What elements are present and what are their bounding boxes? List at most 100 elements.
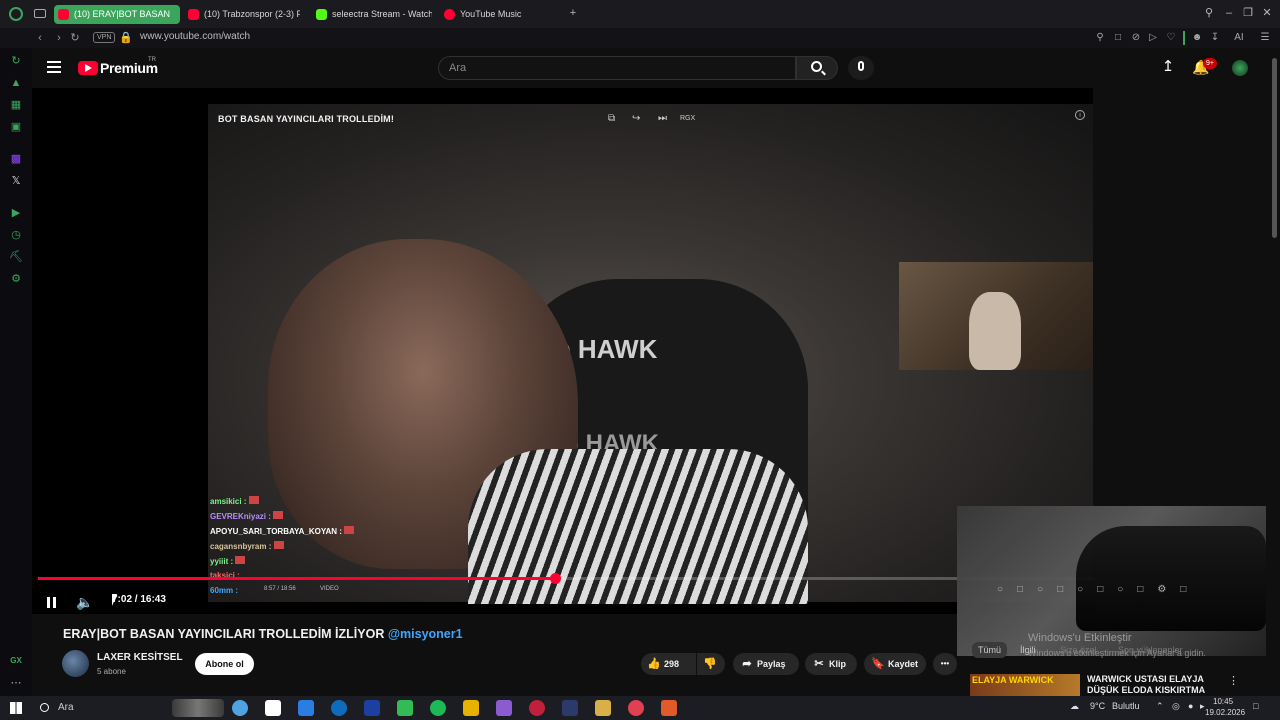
- notification-center-icon[interactable]: □: [1253, 701, 1258, 711]
- messenger-icon[interactable]: ▣: [9, 120, 23, 134]
- related-more-icon[interactable]: ⋮: [1228, 674, 1239, 687]
- outlook-icon[interactable]: [331, 700, 347, 716]
- weather-icon[interactable]: ☁: [1070, 701, 1079, 712]
- minimize-button[interactable]: –: [1222, 6, 1236, 20]
- network-icon[interactable]: ◎: [1172, 701, 1180, 712]
- url-field[interactable]: www.youtube.com/watch: [140, 31, 250, 42]
- subscribe-button[interactable]: Abone ol: [195, 653, 254, 675]
- windows-start-icon[interactable]: [10, 702, 22, 714]
- upload-icon[interactable]: ↥: [1160, 58, 1176, 76]
- windows-activation-title: Windows'u Etkinleştir: [1028, 632, 1132, 644]
- twitch-icon[interactable]: ▩: [9, 152, 23, 166]
- related-video-title[interactable]: WARWICK USTASI ELAYJA DÜŞÜK ELODA KISKIR…: [1087, 674, 1217, 696]
- voice-search-button[interactable]: [848, 56, 874, 80]
- gx-cleaner-icon[interactable]: ▦: [9, 98, 23, 112]
- app-icon[interactable]: [661, 700, 677, 716]
- related-video-thumbnail[interactable]: ELAYJA WARWICK: [970, 674, 1080, 696]
- microphone-icon[interactable]: ●: [1188, 701, 1193, 711]
- weather-temp[interactable]: 9°C: [1090, 701, 1105, 711]
- video-title: ERAY|BOT BASAN YAYINCILARI TROLLEDİM İZL…: [63, 627, 463, 641]
- maximize-button[interactable]: ❐: [1241, 6, 1255, 20]
- adblock-icon[interactable]: ⊘: [1129, 31, 1143, 45]
- download-icon[interactable]: ↧: [1208, 31, 1222, 45]
- weather-desc[interactable]: Bulutlu: [1112, 701, 1140, 711]
- volume-button[interactable]: 🔈: [75, 592, 95, 612]
- bookmark-heart-icon[interactable]: ♡: [1164, 31, 1178, 45]
- lock-icon[interactable]: 🔒: [119, 31, 133, 45]
- ai-button[interactable]: AI: [1228, 31, 1250, 45]
- more-actions-button[interactable]: •••: [933, 653, 957, 675]
- store-icon[interactable]: [397, 700, 413, 716]
- reload-button[interactable]: ↻: [68, 31, 82, 45]
- tab-overview-icon[interactable]: [34, 9, 46, 18]
- pin-icon[interactable]: ⚲: [1093, 31, 1107, 45]
- extensions-icon[interactable]: ⛏: [9, 250, 23, 264]
- forward-button[interactable]: ›: [52, 31, 66, 45]
- tab-active-video[interactable]: (10) ERAY|BOT BASAN: [54, 5, 180, 24]
- task-view-icon[interactable]: [232, 700, 248, 716]
- seek-bar[interactable]: [38, 573, 1093, 584]
- search-button[interactable]: [796, 56, 838, 80]
- more-sidebar-icon[interactable]: ⋯: [9, 676, 23, 690]
- x-icon[interactable]: 𝕏: [9, 174, 23, 188]
- close-window-button[interactable]: ✕: [1260, 6, 1274, 20]
- menu-icon[interactable]: ☰: [1258, 31, 1272, 45]
- pause-button[interactable]: [42, 592, 62, 612]
- profile-icon[interactable]: ☻: [1190, 31, 1204, 45]
- hamburger-menu-icon[interactable]: [47, 61, 61, 73]
- opera-gx-icon[interactable]: [529, 700, 545, 716]
- gx-control-icon[interactable]: ↻: [9, 54, 23, 68]
- tab-youtube-music[interactable]: YouTube Music: [440, 5, 550, 24]
- settings-icon[interactable]: ⚙: [9, 272, 23, 286]
- steam-icon[interactable]: [562, 700, 578, 716]
- like-button[interactable]: 👍 298: [641, 653, 696, 675]
- tab-kick-stream[interactable]: seleectra Stream - Watch: [312, 5, 432, 24]
- search-icon-handle: [821, 70, 826, 76]
- back-button[interactable]: ‹: [33, 31, 47, 45]
- clip-button[interactable]: ✂ Klip: [805, 653, 857, 675]
- search-icon: [811, 61, 822, 72]
- app-icon[interactable]: [628, 700, 644, 716]
- vpn-badge[interactable]: VPN: [93, 32, 116, 43]
- filter-chip-all[interactable]: Tümü: [972, 642, 1008, 658]
- taskbar-search[interactable]: Ara: [34, 698, 224, 718]
- tray-chevron-icon[interactable]: ⌃: [1156, 701, 1164, 712]
- page-scrollbar[interactable]: [1272, 58, 1277, 238]
- app-icon[interactable]: [595, 700, 611, 716]
- opera-gx-logo-icon[interactable]: [9, 7, 23, 21]
- tab-trabzonspor[interactable]: (10) Trabzonspor (2-3) Fe: [184, 5, 300, 24]
- seek-bar-knob[interactable]: [549, 573, 561, 584]
- player-sidebar-icon[interactable]: ▶: [9, 206, 23, 220]
- dislike-button[interactable]: 👎: [697, 653, 725, 675]
- gx-label[interactable]: GX: [9, 654, 23, 668]
- rgx-label[interactable]: RGX: [680, 115, 695, 122]
- search-input[interactable]: Ara: [438, 56, 796, 80]
- spotify-icon[interactable]: [430, 700, 446, 716]
- snapshot-icon[interactable]: □: [1111, 31, 1125, 45]
- copilot-icon[interactable]: [265, 700, 281, 716]
- share-button[interactable]: ➦ Paylaş: [733, 653, 799, 675]
- account-avatar[interactable]: [1232, 60, 1248, 76]
- next-icon[interactable]: ⏭: [658, 113, 667, 124]
- channel-avatar[interactable]: [62, 650, 89, 677]
- file-explorer-icon[interactable]: [463, 700, 479, 716]
- edge-icon[interactable]: [298, 700, 314, 716]
- clock-time[interactable]: 10:45: [1213, 697, 1233, 706]
- browser-tab-bar: (10) ERAY|BOT BASAN (10) Trabzonspor (2-…: [0, 0, 1280, 28]
- search-tabs-icon[interactable]: ⚲: [1202, 6, 1216, 20]
- gx-corner-icon[interactable]: ▲: [9, 76, 23, 90]
- app-icon[interactable]: [496, 700, 512, 716]
- bitwarden-icon[interactable]: [364, 700, 380, 716]
- info-icon[interactable]: i: [1075, 110, 1085, 120]
- clock-date[interactable]: 19.02.2026: [1205, 708, 1245, 717]
- history-icon[interactable]: ◷: [9, 228, 23, 242]
- new-tab-button[interactable]: +: [566, 6, 580, 20]
- speaker-icon[interactable]: ▸: [1200, 701, 1205, 712]
- player-icon[interactable]: ▷: [1146, 31, 1160, 45]
- channel-name[interactable]: LAXER KESİTSEL: [97, 652, 183, 663]
- pip-icon[interactable]: ⧉: [608, 113, 615, 124]
- mention-link[interactable]: @misyoner1: [388, 627, 463, 641]
- video-player[interactable]: ◉ HAWK ◉ HAWK BOT BASAN YAYINCILARI TROL…: [32, 88, 1093, 614]
- save-button[interactable]: 🔖 Kaydet: [864, 653, 926, 675]
- exit-icon[interactable]: ↪: [632, 113, 640, 124]
